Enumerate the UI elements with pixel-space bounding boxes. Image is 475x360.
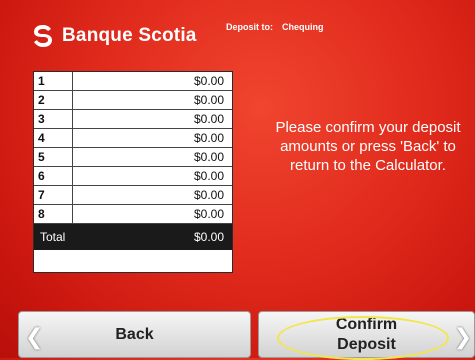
row-amount: $0.00 (193, 207, 224, 221)
chevron-left-icon: ❮ (25, 324, 44, 349)
row-number: 7 (34, 186, 73, 204)
table-row: 5 $0.00 (34, 148, 232, 167)
chevron-right-icon: ❯ (453, 324, 472, 349)
row-number: 2 (34, 91, 73, 109)
table-row: 3 $0.00 (34, 110, 232, 129)
row-amount: $0.00 (193, 131, 224, 145)
deposit-to-label: Deposit to: (226, 22, 273, 32)
row-number: 1 (34, 72, 73, 90)
table-row: 7 $0.00 (34, 186, 232, 205)
brand-name: Banque Scotia (62, 25, 197, 46)
confirm-instructions: Please confirm your deposit amounts or p… (275, 119, 461, 174)
row-amount: $0.00 (193, 93, 224, 107)
table-row: 2 $0.00 (34, 91, 232, 110)
row-number: 6 (34, 167, 73, 185)
total-value: $0.00 (193, 230, 224, 244)
deposit-amounts-table: 1 $0.00 2 $0.00 3 $0.00 4 $0.00 5 $0.00 6 $0.0… (33, 71, 233, 273)
row-amount: $0.00 (193, 188, 224, 202)
scotia-logo-icon (34, 25, 52, 47)
table-row: 8 $0.00 (34, 205, 232, 224)
row-number: 5 (34, 148, 73, 166)
total-row: Total $0.00 (34, 224, 232, 250)
brand-logo: Banque Scotia (32, 24, 197, 48)
row-amount: $0.00 (193, 74, 224, 88)
deposit-to-account: Chequing (282, 22, 324, 32)
row-number: 8 (34, 205, 73, 223)
total-label: Total (40, 230, 66, 244)
row-number: 3 (34, 110, 73, 128)
table-row: 4 $0.00 (34, 129, 232, 148)
row-number: 4 (34, 129, 73, 147)
table-row: 1 $0.00 (34, 72, 232, 91)
highlight-ellipse (277, 316, 449, 360)
table-row: 6 $0.00 (34, 167, 232, 186)
row-amount: $0.00 (193, 169, 224, 183)
back-button[interactable]: ❮ Back (18, 311, 251, 358)
row-amount: $0.00 (193, 112, 224, 126)
back-button-label: Back (115, 325, 154, 343)
row-amount: $0.00 (193, 150, 224, 164)
